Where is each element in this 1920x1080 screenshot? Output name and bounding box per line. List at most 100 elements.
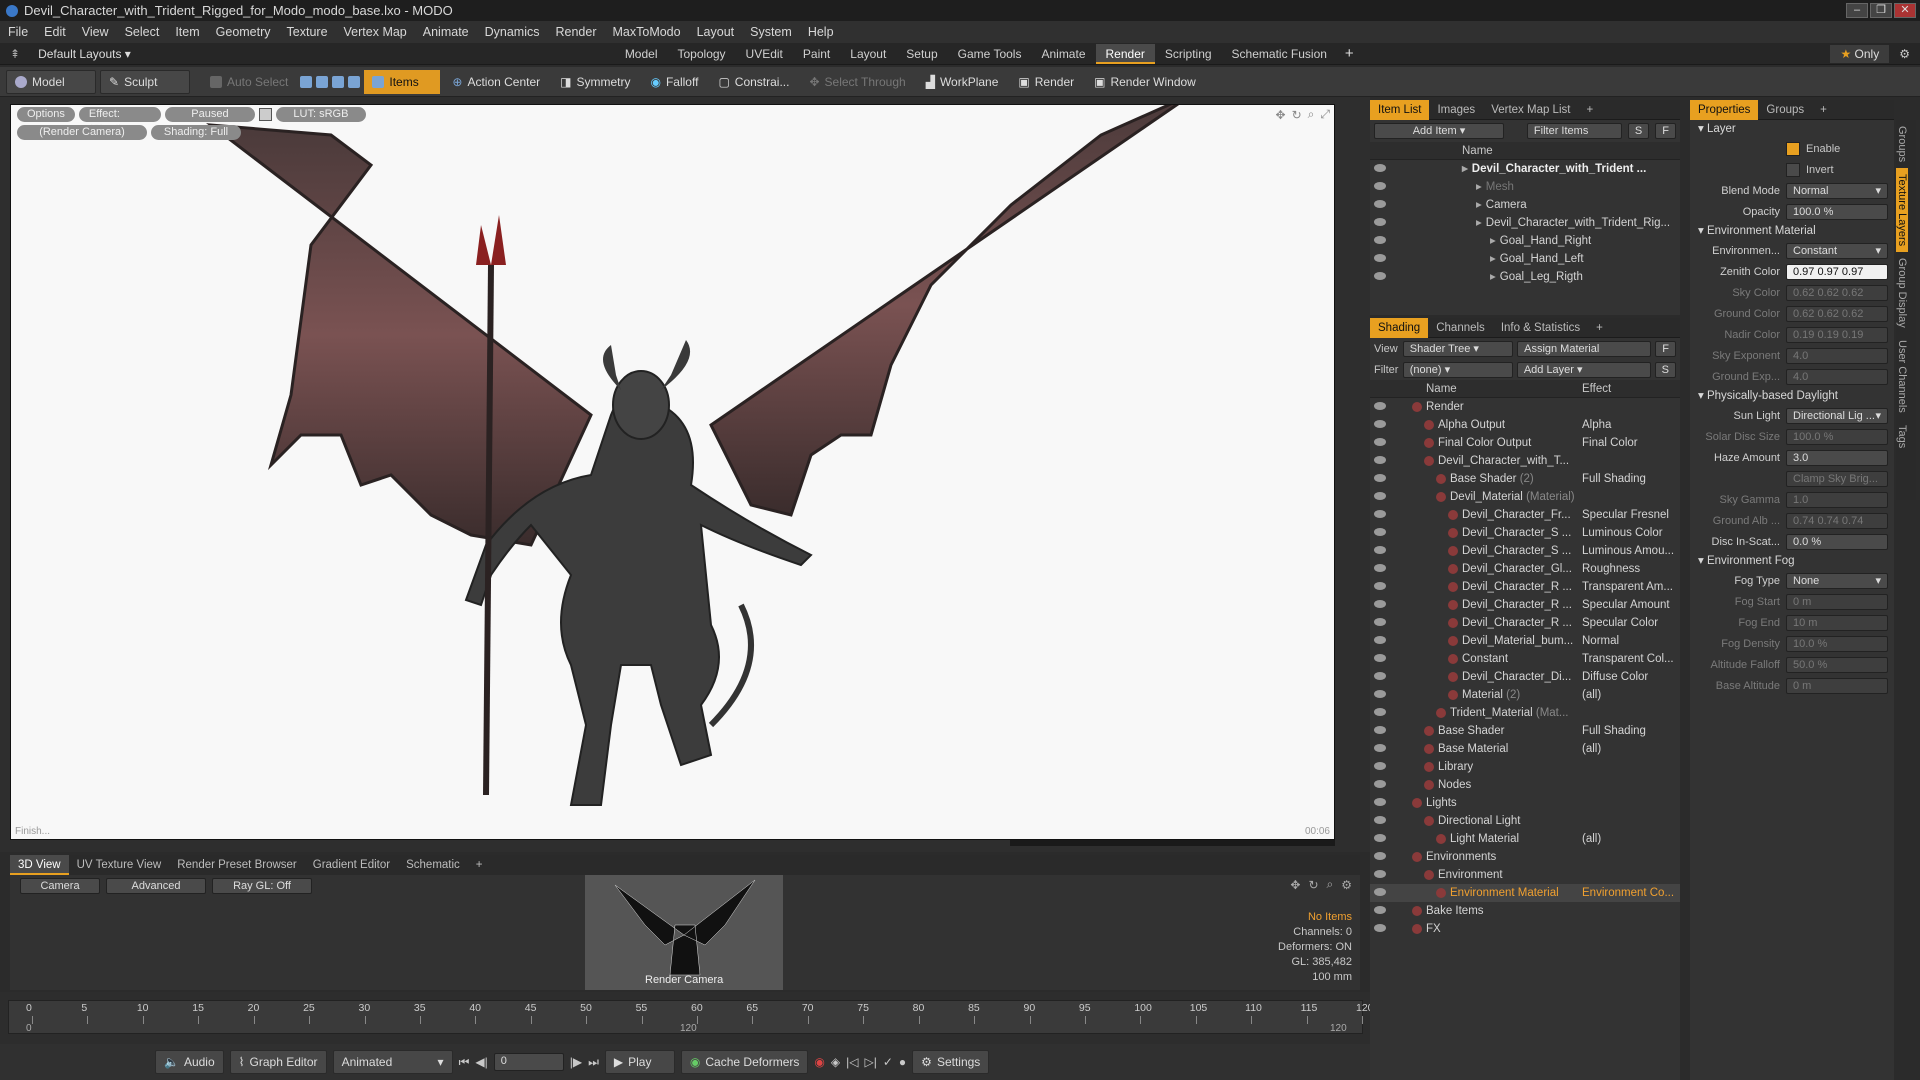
menu-layout[interactable]: Layout — [689, 25, 743, 39]
auto-select-button[interactable]: Auto Select — [202, 70, 296, 94]
polygons-mode-icon[interactable] — [332, 75, 345, 88]
visibility-eye-icon[interactable] — [1374, 236, 1386, 244]
layout-tab-setup[interactable]: Setup — [896, 44, 947, 64]
property-value[interactable]: Normal ▾ — [1786, 182, 1888, 199]
filter-dropdown[interactable]: (none) ▾ — [1402, 361, 1513, 378]
property-value[interactable]: 0.0 % — [1786, 533, 1888, 550]
item-list-row[interactable]: ▸ Goal_Leg_Rigth — [1370, 268, 1680, 286]
close-button[interactable]: ✕ — [1894, 3, 1916, 18]
shader-effect[interactable]: Transparent Col... — [1582, 650, 1678, 668]
audio-button[interactable]: 🔈 Audio — [155, 1050, 224, 1074]
shader-tree-row[interactable]: Devil_Character_Fr... Specular Fresnel — [1370, 506, 1680, 524]
shader-effect[interactable]: Final Color — [1582, 434, 1678, 452]
side-tab-group-display[interactable]: Group Display — [1896, 252, 1908, 334]
shader-tree-row[interactable]: Material (2) (all) — [1370, 686, 1680, 704]
shader-effect[interactable]: Full Shading — [1582, 722, 1678, 740]
layout-tab-layout[interactable]: Layout — [840, 44, 896, 64]
step-forward-icon[interactable]: |▶ — [570, 1055, 582, 1069]
visibility-eye-icon[interactable] — [1374, 600, 1386, 608]
property-value[interactable]: 10.0 % — [1786, 635, 1888, 652]
falloff-button[interactable]: ◉ Falloff — [642, 70, 706, 94]
frame-input[interactable]: 0 — [493, 1053, 564, 1071]
layout-tab-game-tools[interactable]: Game Tools — [948, 44, 1032, 64]
property-value[interactable]: 50.0 % — [1786, 656, 1888, 673]
shading-s-button[interactable]: S — [1654, 361, 1677, 378]
item-list-tab-item-list[interactable]: Item List — [1370, 99, 1430, 120]
menu-vertex-map[interactable]: Vertex Map — [336, 25, 415, 39]
side-tab-tags[interactable]: Tags — [1896, 419, 1908, 454]
symmetry-button[interactable]: ◨ Symmetry — [552, 70, 638, 94]
visibility-eye-icon[interactable] — [1374, 438, 1386, 446]
property-value[interactable]: 3.0 — [1786, 449, 1888, 466]
item-list-row[interactable]: ▸ Camera — [1370, 196, 1680, 214]
paused-toggle[interactable]: Paused — [164, 107, 255, 122]
visibility-eye-icon[interactable] — [1374, 564, 1386, 572]
shader-effect[interactable]: Roughness — [1582, 560, 1678, 578]
visibility-eye-icon[interactable] — [1374, 708, 1386, 716]
bottom-tab-uv-texture-view[interactable]: UV Texture View — [69, 855, 170, 875]
visibility-eye-icon[interactable] — [1374, 546, 1386, 554]
visibility-eye-icon[interactable] — [1374, 456, 1386, 464]
shader-tree-row[interactable]: Devil_Character_R ... Specular Amount — [1370, 596, 1680, 614]
property-value[interactable]: 0 m — [1786, 593, 1888, 610]
visibility-eye-icon[interactable] — [1374, 402, 1386, 410]
shading-add-tab-icon[interactable]: + — [1588, 318, 1611, 338]
effect-dropdown[interactable]: Effect: (Shadi... — [78, 107, 161, 135]
shader-tree-row[interactable]: Devil_Character_R ... Specular Color — [1370, 614, 1680, 632]
go-end-icon[interactable]: ⏭ — [588, 1055, 599, 1070]
property-value[interactable]: 4.0 — [1786, 368, 1888, 385]
shader-tree-row[interactable]: Devil_Character_with_T... — [1370, 452, 1680, 470]
shader-effect[interactable]: Full Shading — [1582, 470, 1678, 488]
gear-icon[interactable]: ⚙ — [1899, 47, 1910, 61]
property-value[interactable]: 0.97 0.97 0.97 — [1786, 263, 1888, 280]
property-value[interactable]: Constant ▾ — [1786, 242, 1888, 259]
visibility-eye-icon[interactable] — [1374, 906, 1386, 914]
shader-tree-row[interactable]: Light Material (all) — [1370, 830, 1680, 848]
filter-f-button[interactable]: F — [1655, 123, 1676, 139]
menu-animate[interactable]: Animate — [415, 25, 477, 39]
menu-file[interactable]: File — [0, 25, 36, 39]
render-viewport[interactable]: Options Effect: (Shadi... Paused LUT: sR… — [10, 104, 1335, 840]
layout-tab-animate[interactable]: Animate — [1031, 44, 1095, 64]
property-value[interactable]: 0.62 0.62 0.62 — [1786, 284, 1888, 301]
visibility-eye-icon[interactable] — [1374, 888, 1386, 896]
layout-tab-render[interactable]: Render — [1095, 43, 1155, 64]
shader-effect[interactable]: Environment Co... — [1582, 884, 1678, 902]
visibility-eye-icon[interactable] — [1374, 254, 1386, 262]
snapshot-icon[interactable] — [258, 108, 272, 121]
menu-render[interactable]: Render — [548, 25, 605, 39]
shader-tree-row[interactable]: Devil_Character_S ... Luminous Color — [1370, 524, 1680, 542]
shader-effect[interactable]: (all) — [1582, 686, 1678, 704]
camera-dropdown[interactable]: (Render Camera) — [17, 125, 147, 140]
shader-tree-row[interactable]: Trident_Material (Mat... — [1370, 704, 1680, 722]
record-icon[interactable]: ◉ — [814, 1055, 824, 1069]
keyframe-icon[interactable]: ◈ — [831, 1055, 840, 1069]
shader-tree-row[interactable]: Final Color Output Final Color — [1370, 434, 1680, 452]
property-value[interactable]: 0.74 0.74 0.74 — [1786, 512, 1888, 529]
shader-effect[interactable]: Diffuse Color — [1582, 668, 1678, 686]
visibility-eye-icon[interactable] — [1374, 816, 1386, 824]
property-value[interactable]: None ▾ — [1786, 572, 1888, 589]
shader-tree-row[interactable]: Library — [1370, 758, 1680, 776]
graph-editor-button[interactable]: ⌇ Graph Editor — [229, 1050, 327, 1074]
shader-tree-row[interactable]: Directional Light — [1370, 812, 1680, 830]
edges-mode-icon[interactable] — [316, 75, 329, 88]
zoom-view-icon[interactable]: ⌕ — [1327, 877, 1334, 892]
menu-dynamics[interactable]: Dynamics — [477, 25, 548, 39]
rotate-icon[interactable]: ↻ — [1292, 108, 1302, 122]
go-start-icon[interactable]: ⏮ — [459, 1055, 470, 1070]
menu-maxtomodo[interactable]: MaxToModo — [605, 25, 689, 39]
move-icon[interactable]: ✥ — [1290, 878, 1300, 892]
shader-effect[interactable]: Luminous Amou... — [1582, 542, 1678, 560]
shader-tree-row[interactable]: FX — [1370, 920, 1680, 938]
add-layer-dropdown[interactable]: Add Layer ▾ — [1516, 361, 1651, 378]
menu-edit[interactable]: Edit — [36, 25, 74, 39]
bottom-tab-3d-view[interactable]: 3D View — [10, 855, 69, 875]
visibility-eye-icon[interactable] — [1374, 636, 1386, 644]
visibility-eye-icon[interactable] — [1374, 654, 1386, 662]
properties-tab-properties[interactable]: Properties — [1690, 99, 1759, 120]
animated-dropdown[interactable]: Animated ▾ — [332, 1050, 453, 1074]
shader-tree-row[interactable]: Devil_Character_Di... Diffuse Color — [1370, 668, 1680, 686]
shader-tree-row[interactable]: Environments — [1370, 848, 1680, 866]
property-value[interactable]: 100.0 % — [1786, 428, 1888, 445]
